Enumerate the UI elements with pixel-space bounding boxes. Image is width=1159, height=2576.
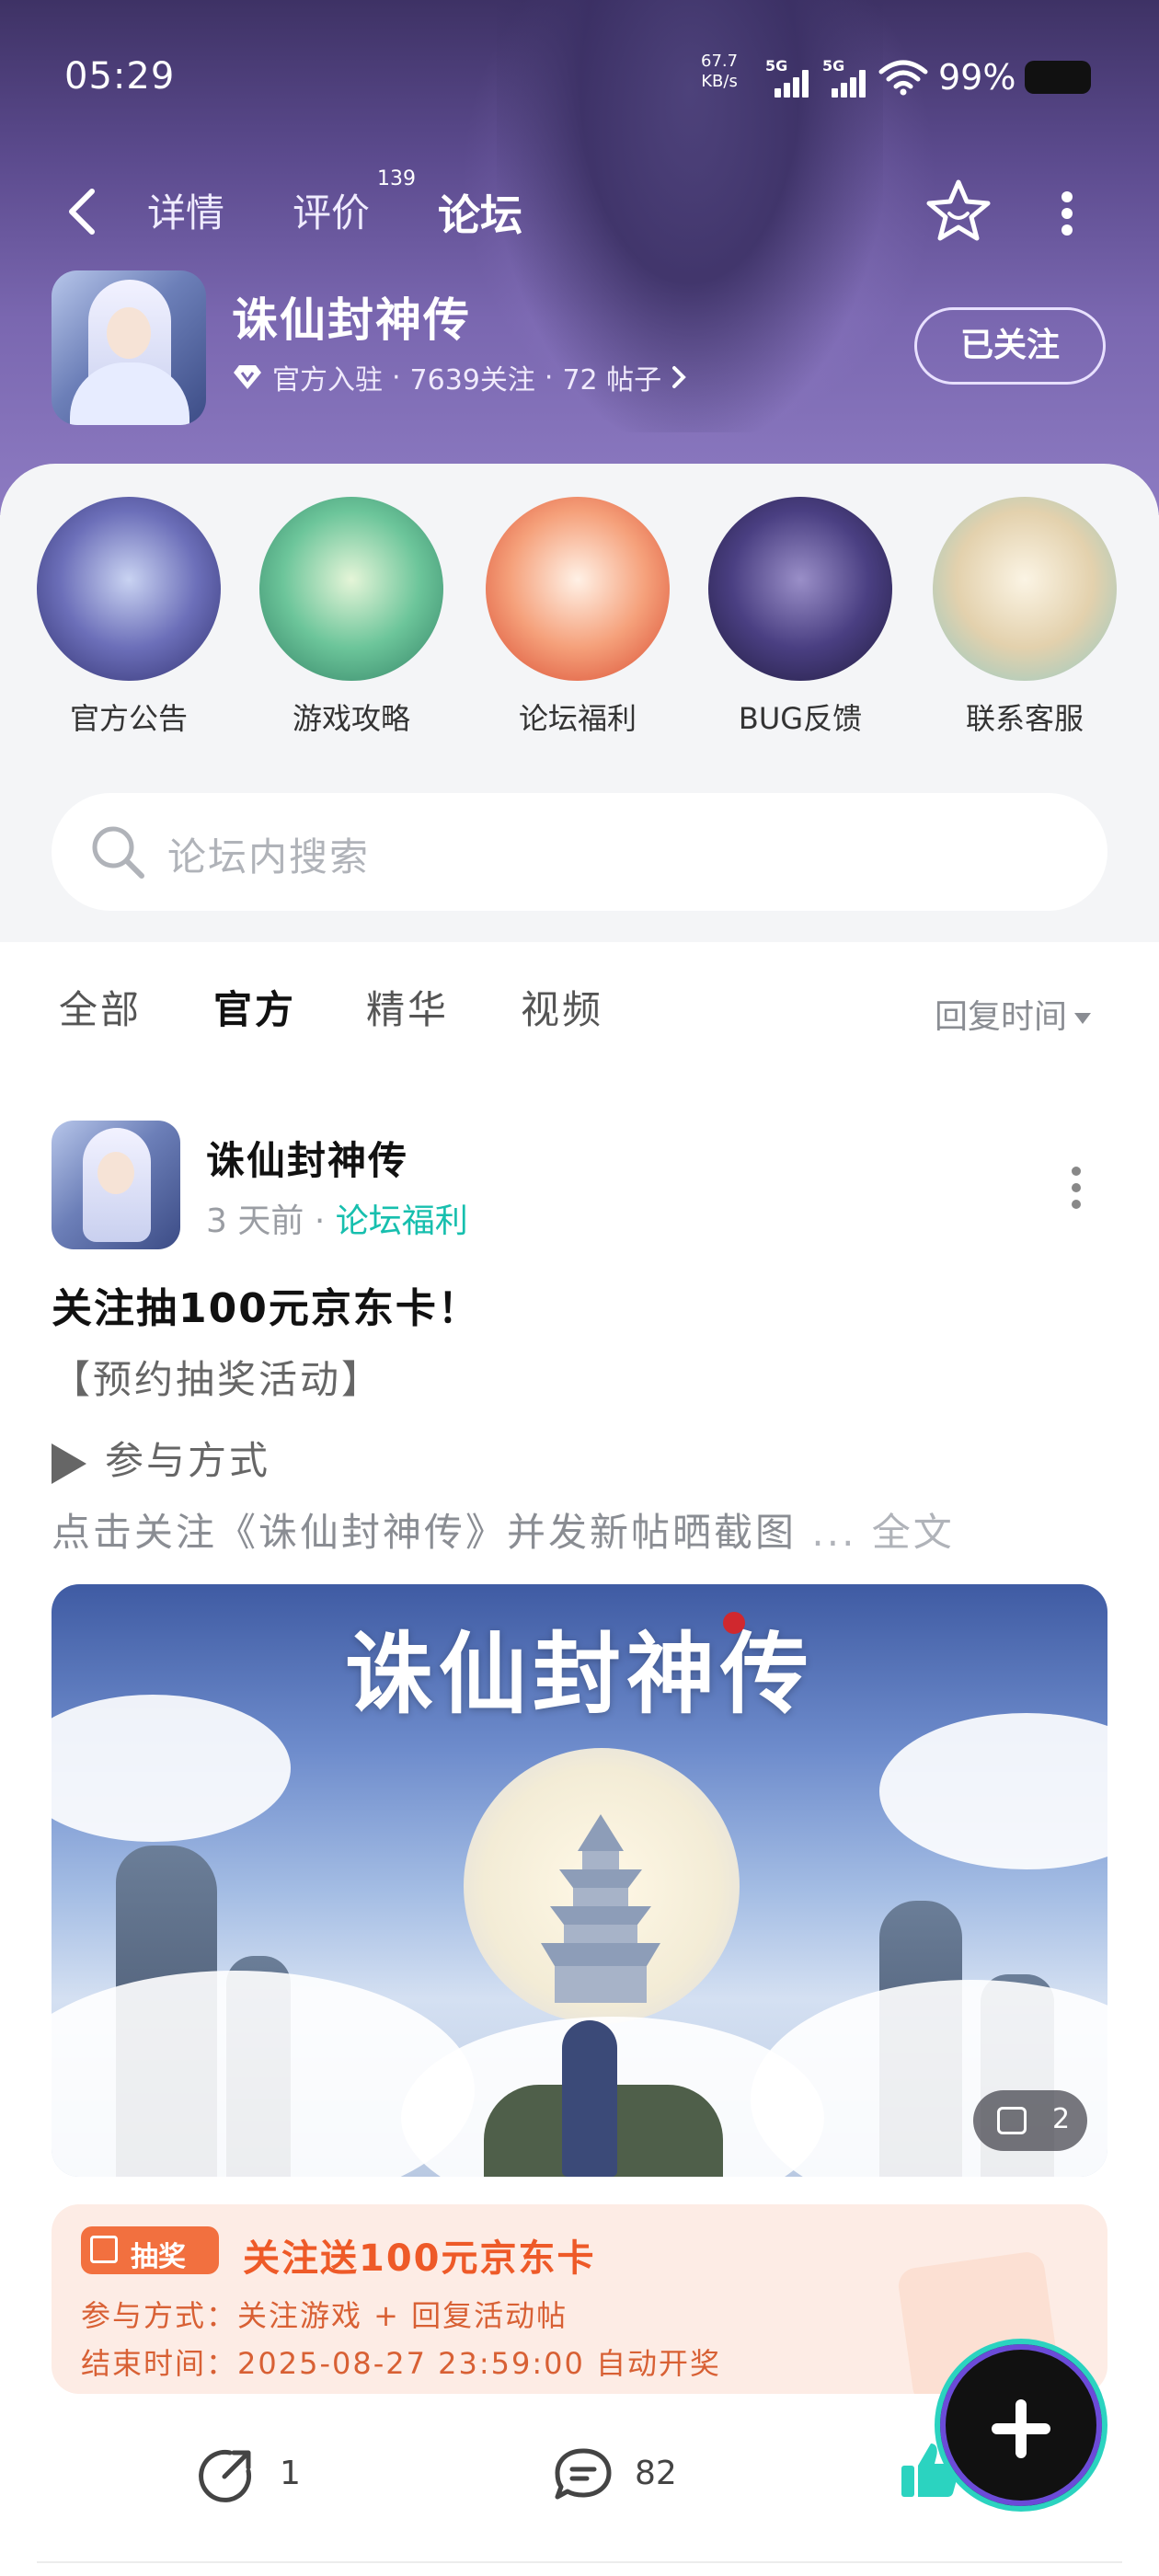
posts-count: 72 帖子 <box>562 364 662 397</box>
game-meta[interactable]: 官方入驻 · 7639关注 · 72 帖子 <box>232 357 687 397</box>
post-line-1: 【预约抽奖活动】 <box>52 1357 384 1402</box>
game-app-icon[interactable] <box>52 270 206 425</box>
category-bug-feedback[interactable]: BUG反馈 <box>699 497 901 738</box>
filter-video[interactable]: 视频 <box>521 979 603 1035</box>
full-text-link[interactable]: 全文 <box>872 1510 955 1555</box>
image-count: 2 <box>1052 2103 1071 2135</box>
category-label: 联系客服 <box>965 701 1084 736</box>
wifi-icon <box>878 60 928 96</box>
network-speed-value: 67.7 <box>701 52 739 71</box>
meta-separator: · <box>314 1202 326 1240</box>
post-meta: 3 天前 · 论坛福利 <box>206 1194 468 1242</box>
author-name[interactable]: 诛仙封神传 <box>206 1130 408 1186</box>
battery-icon <box>1025 61 1091 94</box>
chevron-right-icon <box>672 366 687 388</box>
post-category-link[interactable]: 论坛福利 <box>336 1202 468 1240</box>
comment-button[interactable]: 82 <box>552 2445 699 2504</box>
category-label: 游戏攻略 <box>292 701 410 736</box>
bottom-divider <box>37 2561 1122 2563</box>
category-official-announcements[interactable]: 官方公告 <box>28 497 230 738</box>
post-time: 3 天前 <box>206 1202 304 1240</box>
status-bar: 05:29 67.7 KB/s 5G 5G 99% <box>0 0 1159 156</box>
dropdown-arrow-icon <box>1074 1013 1092 1024</box>
post-filter-bar: 全部 官方 精华 视频 回复时间 <box>0 942 1159 1071</box>
more-options-icon[interactable] <box>1058 191 1076 236</box>
tab-details[interactable]: 详情 <box>147 182 224 238</box>
lottery-tag: 抽奖 <box>81 2226 219 2274</box>
search-placeholder: 论坛内搜索 <box>167 834 371 880</box>
favorite-star-icon[interactable] <box>924 177 993 247</box>
clock: 05:29 <box>64 55 176 98</box>
category-forum-benefits[interactable]: 论坛福利 <box>476 497 679 738</box>
filter-official[interactable]: 官方 <box>213 979 296 1042</box>
diamond-icon <box>234 365 261 389</box>
create-post-fab[interactable] <box>935 2339 1107 2512</box>
game-header: 05:29 67.7 KB/s 5G 5G 99% 详情 评价 139 论坛 诛… <box>0 0 1159 515</box>
share-count: 1 <box>280 2455 301 2492</box>
tab-reviews[interactable]: 评价 <box>293 182 370 238</box>
red-seal <box>723 1612 745 1634</box>
lottery-title: 关注送100元京东卡 <box>243 2237 596 2280</box>
post-image[interactable]: 诛仙封神传 2 <box>52 1584 1107 2177</box>
announcement-art-icon <box>37 497 221 681</box>
category-shortcuts: 官方公告 游戏攻略 论坛福利 BUG反馈 联系客服 <box>0 497 1159 754</box>
battery-percent: 99% <box>938 57 1016 98</box>
author-avatar[interactable] <box>52 1121 180 1249</box>
benefits-art-icon <box>486 497 670 681</box>
sort-dropdown[interactable]: 回复时间 <box>935 990 1092 1038</box>
post-line-2-text: 参与方式 <box>105 1438 271 1483</box>
follow-button[interactable]: 已关注 <box>914 307 1106 385</box>
sim2-label: 5G <box>822 57 845 75</box>
post-line-3: 点击关注《诛仙封神传》并发新帖晒截图 ... 全文 <box>52 1501 955 1558</box>
filter-all[interactable]: 全部 <box>59 979 142 1035</box>
pagoda-illustration <box>541 1814 660 2003</box>
excerpt-ellipsis: ... <box>811 1510 857 1555</box>
post-title[interactable]: 关注抽100元京东卡！ <box>52 1275 480 1334</box>
category-label: BUG反馈 <box>738 701 863 736</box>
lottery-end-time: 结束时间：2025-08-27 23:59:00 自动开奖 <box>81 2346 722 2381</box>
search-icon <box>92 826 144 879</box>
category-label: 论坛福利 <box>518 701 637 736</box>
tab-forum[interactable]: 论坛 <box>438 182 522 248</box>
guide-art-icon <box>259 497 443 681</box>
game-title: 诛仙封神传 <box>232 293 471 347</box>
comment-count: 82 <box>635 2455 677 2492</box>
play-triangle-icon <box>52 1443 86 1484</box>
forum-search-box[interactable]: 论坛内搜索 <box>52 793 1107 911</box>
network-speed: 67.7 KB/s <box>701 52 738 92</box>
signal-icon: 5G <box>822 57 870 98</box>
followers-count: 7639关注 <box>409 364 535 397</box>
post-excerpt: 点击关注《诛仙封神传》并发新帖晒截图 <box>52 1510 798 1555</box>
comment-icon <box>555 2448 612 2500</box>
category-customer-service[interactable]: 联系客服 <box>924 497 1126 738</box>
post-more-icon[interactable] <box>1067 1167 1085 1209</box>
post-line-2: 参与方式 <box>52 1430 270 1486</box>
game-info: 诛仙封神传 官方入驻 · 7639关注 · 72 帖子 已关注 <box>0 267 1159 432</box>
sort-label: 回复时间 <box>935 998 1068 1036</box>
lottery-tag-label: 抽奖 <box>131 2241 186 2273</box>
signal-icon: 5G <box>765 57 813 98</box>
official-label: 官方入驻 <box>272 364 383 397</box>
cultivator-figure <box>562 2020 617 2177</box>
back-icon[interactable] <box>63 186 103 237</box>
lottery-card[interactable]: 抽奖 关注送100元京东卡 参与方式：关注游戏 + 回复活动帖 结束时间：202… <box>52 2204 1107 2394</box>
gift-icon <box>90 2236 118 2263</box>
filter-featured[interactable]: 精华 <box>366 979 449 1035</box>
customer-service-art-icon <box>933 497 1117 681</box>
category-label: 官方公告 <box>69 701 188 736</box>
network-speed-unit: KB/s <box>701 72 738 91</box>
sim1-label: 5G <box>765 57 788 75</box>
share-icon <box>199 2449 252 2502</box>
bug-feedback-art-icon <box>708 497 892 681</box>
lottery-method: 参与方式：关注游戏 + 回复活动帖 <box>81 2298 568 2333</box>
banner-title: 诛仙封神传 <box>345 1622 814 1726</box>
reviews-count-badge: 139 <box>377 167 416 190</box>
image-icon <box>997 2107 1027 2134</box>
top-nav: 详情 评价 139 论坛 <box>0 166 1159 258</box>
category-game-guides[interactable]: 游戏攻略 <box>250 497 453 738</box>
image-count-badge: 2 <box>973 2090 1087 2151</box>
forum-panel: 官方公告 游戏攻略 论坛福利 BUG反馈 联系客服 论坛内搜索 <box>0 464 1159 942</box>
share-button[interactable]: 1 <box>197 2445 326 2504</box>
